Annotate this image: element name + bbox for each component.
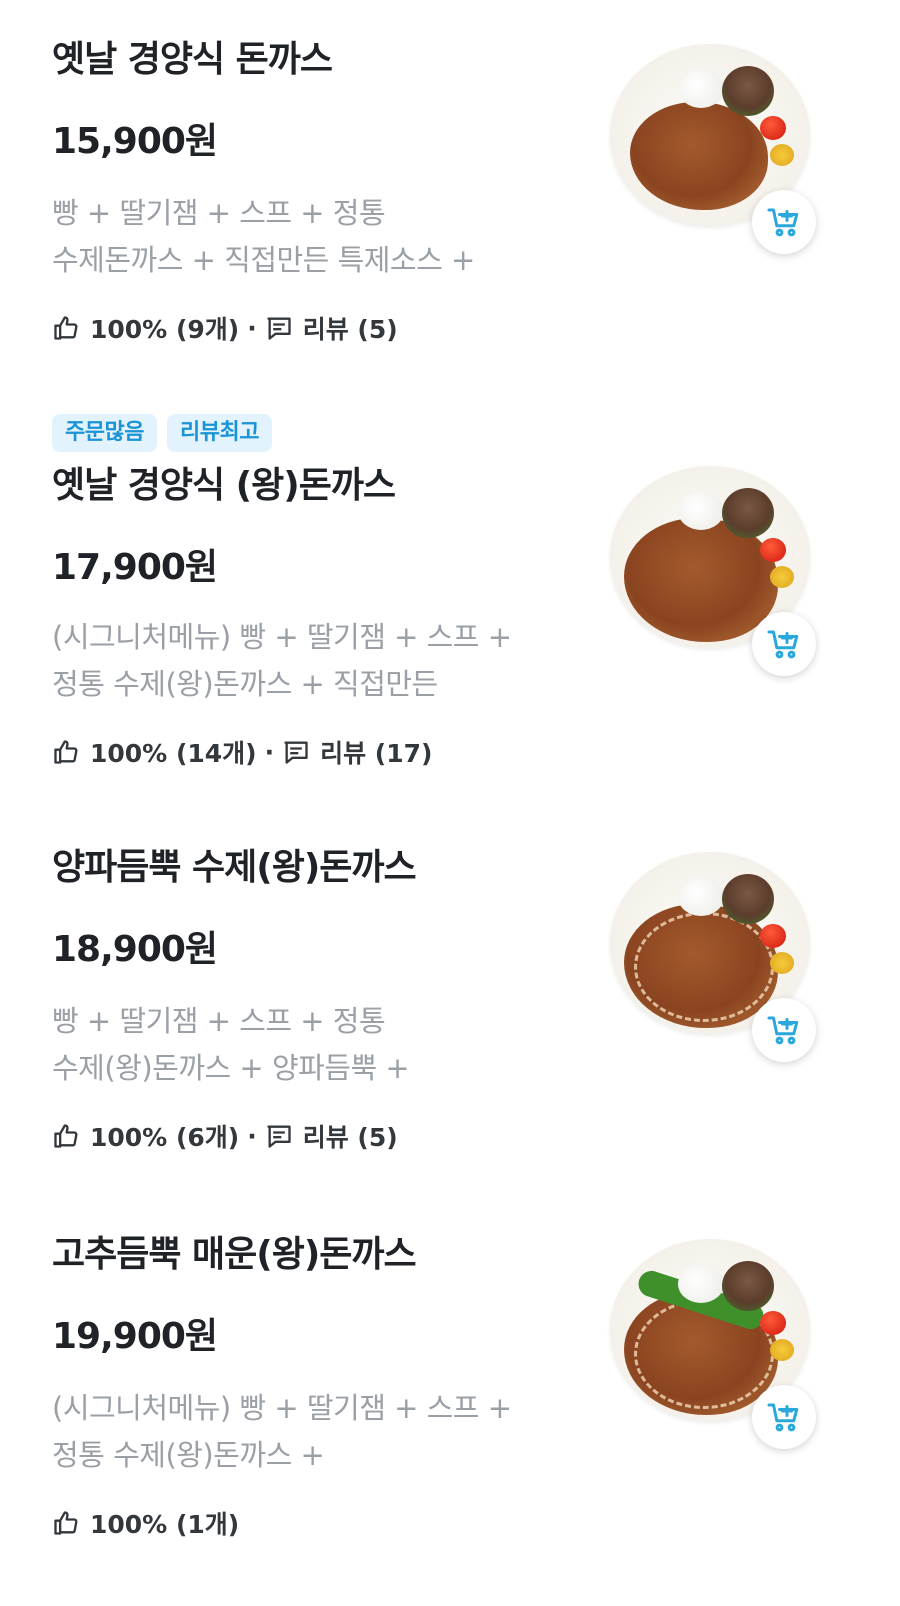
rice [678,492,724,530]
menu-item[interactable]: 주문많음 리뷰최고 옛날 경양식 (왕)돈까스 17,900원 (시그니처메뉴)… [0,400,900,785]
cart-plus-icon [767,630,799,659]
menu-name: 옛날 경양식 돈까스 [52,39,333,80]
add-to-cart-button[interactable] [752,190,816,254]
menu-name: 양파듬뿍 수제(왕)돈까스 [52,847,417,888]
menu-stats: 100% (9개) · 리뷰 (5) [52,310,398,346]
menu-image[interactable] [606,842,818,1062]
comment-icon [267,317,291,340]
add-to-cart-button[interactable] [752,998,816,1062]
thumbs-up-icon [54,1124,78,1148]
menu-image[interactable] [606,1229,818,1449]
separator-dot: · [247,313,257,343]
review-count[interactable]: 리뷰 (17) [320,734,432,770]
menu-description-line: (시그니처메뉴) 빵 + 딸기잼 + 스프 + [52,1391,512,1425]
corn [770,952,794,974]
salad [722,66,774,116]
badge-group: 주문많음 리뷰최고 [52,414,272,452]
rice [678,1265,724,1303]
onion-topping [634,912,774,1022]
menu-name: 옛날 경양식 (왕)돈까스 [52,465,396,506]
comment-icon [267,1125,291,1148]
add-to-cart-button[interactable] [752,1385,816,1449]
rice [678,878,724,916]
cutlet [630,102,768,210]
cart-plus-icon [767,208,799,237]
menu-description-line: 빵 + 딸기잼 + 스프 + 정통 [52,1004,386,1038]
menu-price: 15,900원 [52,121,218,162]
menu-description-line: (시그니처메뉴) 빵 + 딸기잼 + 스프 + [52,620,512,654]
badge-top-review: 리뷰최고 [166,414,272,452]
menu-description: 빵 + 딸기잼 + 스프 + 정통 수제돈까스 + 직접만든 특제소스 + [52,190,572,284]
menu-description-line: 수제(왕)돈까스 + 양파듬뿍 + [52,1051,410,1085]
tomato [760,538,786,562]
menu-price: 17,900원 [52,547,218,588]
rice [678,70,724,108]
menu-item[interactable]: 고추듬뿍 매운(왕)돈까스 19,900원 (시그니처메뉴) 빵 + 딸기잼 +… [0,1195,900,1580]
comment-icon [284,741,308,764]
separator-dot: · [247,1121,257,1151]
corn [770,566,794,588]
menu-item[interactable]: 옛날 경양식 돈까스 15,900원 빵 + 딸기잼 + 스프 + 정통 수제돈… [0,0,900,385]
like-rate: 100% (14개) [90,739,257,768]
tomato [760,116,786,140]
tomato [760,1311,786,1335]
thumbs-up-icon [54,1511,78,1535]
menu-list: 옛날 경양식 돈까스 15,900원 빵 + 딸기잼 + 스프 + 정통 수제돈… [0,0,900,1606]
menu-description-line: 빵 + 딸기잼 + 스프 + 정통 [52,196,386,230]
menu-price: 19,900원 [52,1316,218,1357]
menu-price: 18,900원 [52,929,218,970]
badge-popular: 주문많음 [52,414,157,452]
thumbs-up-icon [54,740,78,764]
menu-description-line: 수제돈까스 + 직접만든 특제소스 + [52,243,475,277]
menu-stats: 100% (14개) · 리뷰 (17) [52,734,432,770]
menu-description: 빵 + 딸기잼 + 스프 + 정통 수제(왕)돈까스 + 양파듬뿍 + [52,998,572,1092]
thumbs-up-icon [54,316,78,340]
like-rate: 100% (1개) [90,1510,240,1539]
menu-description-line: 정통 수제(왕)돈까스 + [52,1438,325,1472]
menu-image[interactable] [606,456,818,676]
add-to-cart-button[interactable] [752,612,816,676]
corn [770,1339,794,1361]
like-rate: 100% (9개) [90,315,240,344]
menu-image[interactable] [606,34,818,254]
salad [722,874,774,924]
cart-plus-icon [767,1016,799,1045]
menu-description: (시그니처메뉴) 빵 + 딸기잼 + 스프 + 정통 수제(왕)돈까스 + 직접… [52,614,572,708]
corn [770,144,794,166]
like-rate: 100% (6개) [90,1123,240,1152]
review-count[interactable]: 리뷰 (5) [303,1118,398,1154]
separator-dot: · [264,737,275,767]
menu-stats: 100% (6개) · 리뷰 (5) [52,1118,398,1154]
cart-plus-icon [767,1403,799,1432]
menu-item[interactable]: 양파듬뿍 수제(왕)돈까스 18,900원 빵 + 딸기잼 + 스프 + 정통 … [0,808,900,1193]
menu-description: (시그니처메뉴) 빵 + 딸기잼 + 스프 + 정통 수제(왕)돈까스 + [52,1385,572,1479]
salad [722,1261,774,1311]
menu-stats: 100% (1개) [52,1505,239,1541]
menu-description-line: 정통 수제(왕)돈까스 + 직접만든 [52,667,438,701]
tomato [760,924,786,948]
review-count[interactable]: 리뷰 (5) [303,310,398,346]
menu-name: 고추듬뿍 매운(왕)돈까스 [52,1234,417,1275]
salad [722,488,774,538]
